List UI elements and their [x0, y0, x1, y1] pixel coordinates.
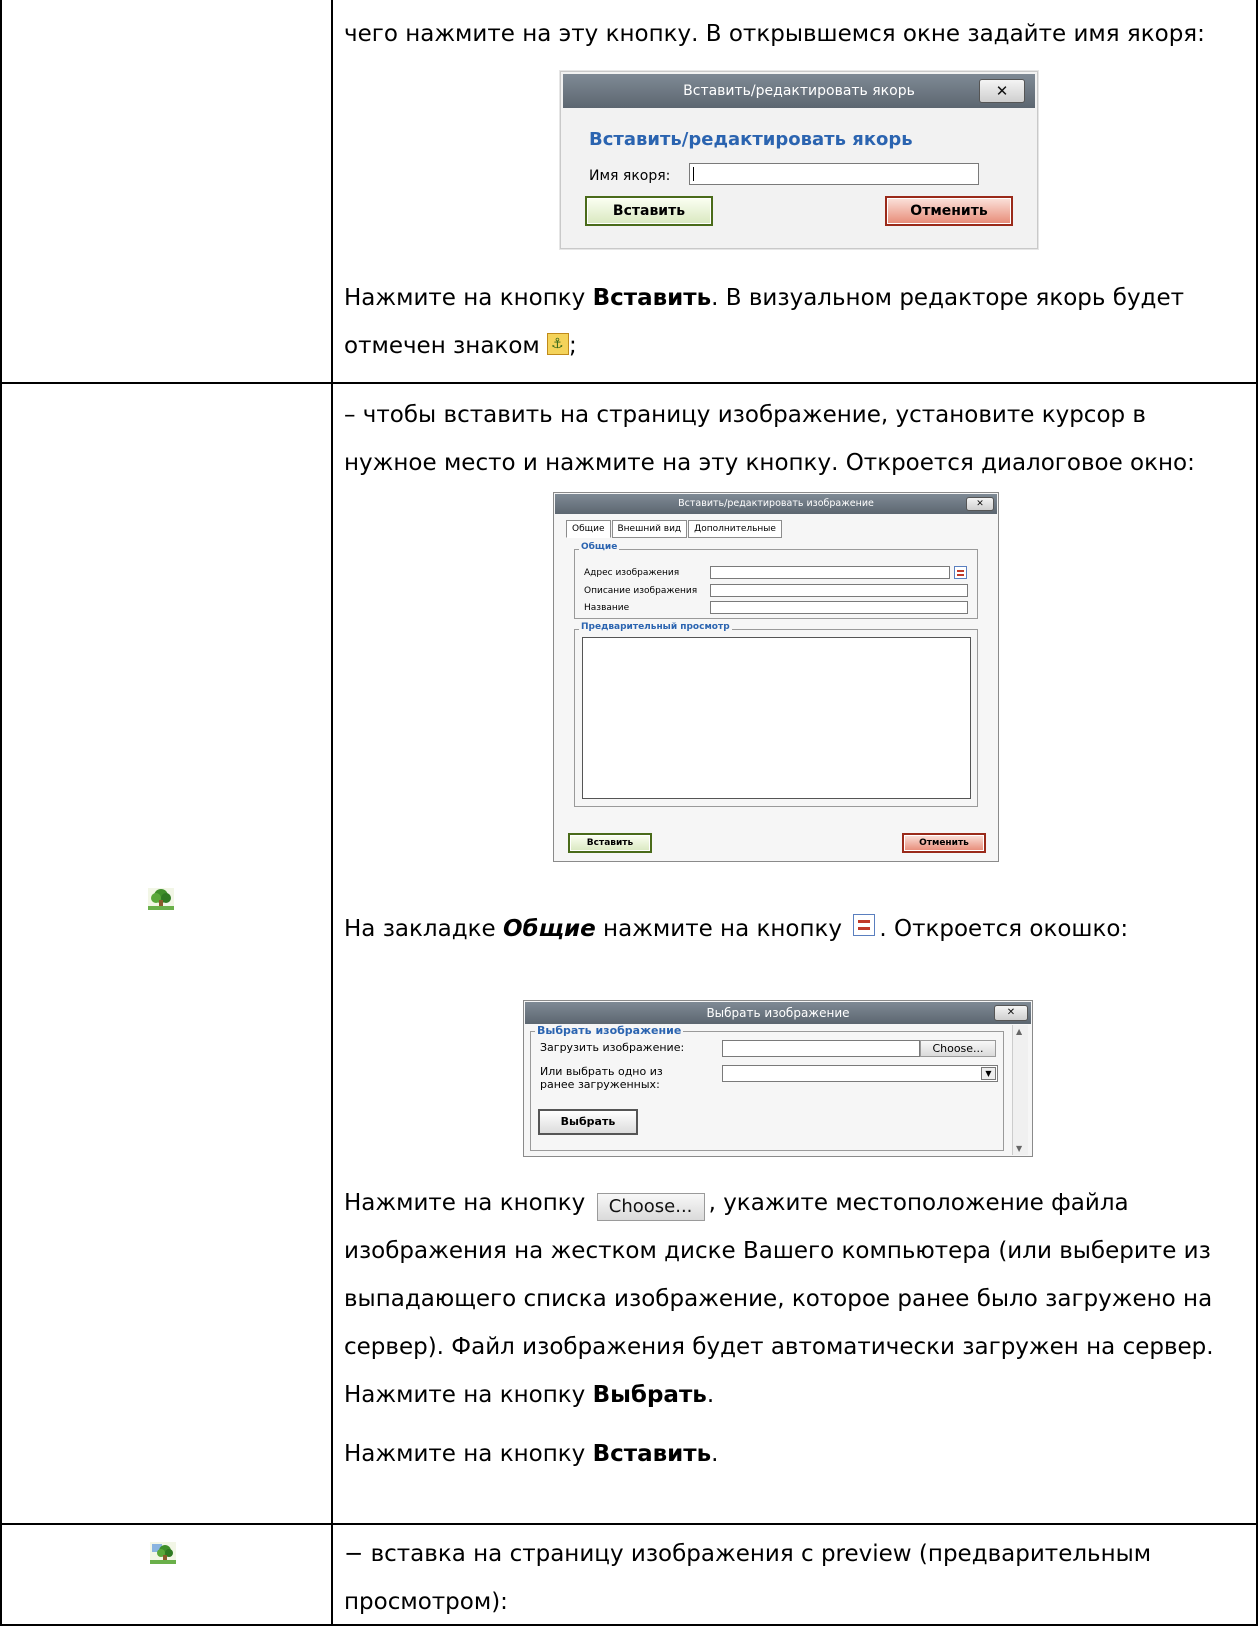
- close-icon[interactable]: ✕: [979, 79, 1025, 103]
- upload-label: Загрузить изображение:: [540, 1041, 685, 1054]
- choose-line: Нажмите на кнопку Choose..., укажите мес…: [344, 1179, 1234, 1227]
- image-url-input[interactable]: [710, 566, 950, 579]
- image-para-line-3: выпадающего списка изображение, которое …: [344, 1286, 1213, 1312]
- image-desc-label: Описание изображения: [584, 586, 698, 596]
- select-dialog-title: Выбрать изображение: [525, 1002, 1031, 1024]
- anchor-line-3: отмечен знаком ;: [344, 322, 1234, 370]
- image-dialog: Вставить/редактировать изображение ✕ Общ…: [553, 492, 999, 862]
- anchor-line-2: Нажмите на кнопку Вставить. В визуальном…: [344, 274, 1234, 322]
- image-para-line-4: сервер). Файл изображения будет автомати…: [344, 1334, 1214, 1360]
- scrollbar[interactable]: ▲ ▼: [1012, 1025, 1028, 1155]
- image-para-line-6: Нажмите на кнопку Вставить.: [344, 1430, 1234, 1478]
- close-icon[interactable]: ✕: [994, 1005, 1028, 1021]
- p5-pre: Нажмите на кнопку: [344, 1382, 593, 1408]
- image-dialog-tabs: Общие Внешний вид Дополнительные: [566, 520, 783, 538]
- table-border-left: [0, 0, 2, 1626]
- image-desc-input[interactable]: [710, 584, 968, 597]
- choose-button[interactable]: Choose...: [920, 1040, 996, 1057]
- general-legend: Общие: [579, 542, 620, 552]
- preview-line-1: − вставка на страницу изображения с prev…: [344, 1541, 1152, 1567]
- upload-input[interactable]: [722, 1040, 920, 1057]
- choose-line-post: , укажите местоположение файла: [708, 1190, 1129, 1216]
- image-para-line-5: Нажмите на кнопку Выбрать.: [344, 1371, 1234, 1419]
- anchor-name-input[interactable]: [689, 163, 979, 185]
- anchor-line-2-post: . В визуальном редакторе якорь будет: [711, 285, 1184, 311]
- image-url-label: Адрес изображения: [584, 568, 680, 578]
- image-tab-line: На закладке Общие нажмите на кнопку . От…: [344, 905, 1234, 953]
- select-button[interactable]: Выбрать: [538, 1109, 638, 1135]
- image-line-1: – чтобы вставить на страницу изображение…: [344, 402, 1146, 428]
- anchor-line-3-pre: отмечен знаком: [344, 333, 548, 359]
- tab-advanced[interactable]: Дополнительные: [688, 520, 782, 538]
- image-title-label: Название: [584, 603, 630, 613]
- preview-legend: Предварительный просмотр: [579, 622, 732, 632]
- image-dialog-title: Вставить/редактировать изображение: [555, 494, 997, 514]
- preview-area: [582, 637, 971, 799]
- tab-line-pre: На закладке: [344, 916, 503, 942]
- or-label-1: Или выбрать одно из: [540, 1065, 663, 1078]
- table-border-middle: [331, 0, 333, 1626]
- anchor-dialog-title: Вставить/редактировать якорь: [563, 74, 1035, 108]
- image-line-2: нужное место и нажмите на эту кнопку. От…: [344, 450, 1195, 476]
- table-border-right: [1256, 0, 1258, 1626]
- or-label-2: ранее загруженных:: [540, 1078, 660, 1091]
- cancel-button[interactable]: Отменить: [902, 833, 986, 853]
- preview-line-2: просмотром):: [344, 1589, 508, 1615]
- uploaded-select[interactable]: [722, 1065, 998, 1082]
- tree-preview-icon[interactable]: [150, 1542, 176, 1564]
- anchor-dialog-heading: Вставить/редактировать якорь: [589, 129, 913, 150]
- anchor-line-3-post: ;: [569, 333, 577, 359]
- select-legend: Выбрать изображение: [535, 1024, 684, 1037]
- close-icon[interactable]: ✕: [966, 497, 994, 511]
- anchor-icon: [547, 333, 570, 355]
- scroll-down-icon[interactable]: ▼: [1016, 1144, 1022, 1153]
- scroll-up-icon[interactable]: ▲: [1016, 1027, 1022, 1036]
- image-para-line-2: изображения на жестком диске Вашего комп…: [344, 1238, 1211, 1264]
- p6-pre: Нажмите на кнопку: [344, 1441, 593, 1467]
- anchor-name-label: Имя якоря:: [589, 168, 671, 184]
- insert-button[interactable]: Вставить: [585, 196, 713, 226]
- general-bold-italic: Общие: [502, 916, 596, 942]
- anchor-dialog: Вставить/редактировать якорь ✕ Вставить/…: [560, 71, 1038, 249]
- tab-appearance[interactable]: Внешний вид: [611, 520, 688, 538]
- choose-inline-button: Choose...: [596, 1193, 705, 1221]
- select-image-dialog: Выбрать изображение ✕ Выбрать изображени…: [523, 1000, 1033, 1157]
- tab-line-mid: нажмите на кнопку: [595, 916, 850, 942]
- anchor-line-1: чего нажмите на эту кнопку. В открывшемс…: [344, 21, 1205, 47]
- p5-post: .: [706, 1382, 715, 1408]
- anchor-line-2-pre: Нажмите на кнопку: [344, 285, 593, 311]
- tab-general[interactable]: Общие: [566, 520, 611, 538]
- browse-icon[interactable]: [954, 566, 967, 579]
- insert-bold-2: Вставить: [592, 1441, 712, 1467]
- choose-line-pre: Нажмите на кнопку: [344, 1190, 593, 1216]
- cancel-button[interactable]: Отменить: [885, 196, 1013, 226]
- insert-bold: Вставить: [592, 285, 712, 311]
- tree-image-icon[interactable]: [148, 888, 174, 910]
- image-title-input[interactable]: [710, 601, 968, 614]
- row-divider-2: [0, 1523, 1258, 1525]
- select-bold: Выбрать: [592, 1382, 707, 1408]
- chevron-down-icon[interactable]: ▼: [981, 1067, 996, 1080]
- row-divider-1: [0, 382, 1258, 384]
- tab-line-post: . Откроется окошко:: [879, 916, 1129, 942]
- insert-button[interactable]: Вставить: [568, 833, 652, 853]
- p6-post: .: [711, 1441, 719, 1467]
- browse-icon: [853, 914, 876, 936]
